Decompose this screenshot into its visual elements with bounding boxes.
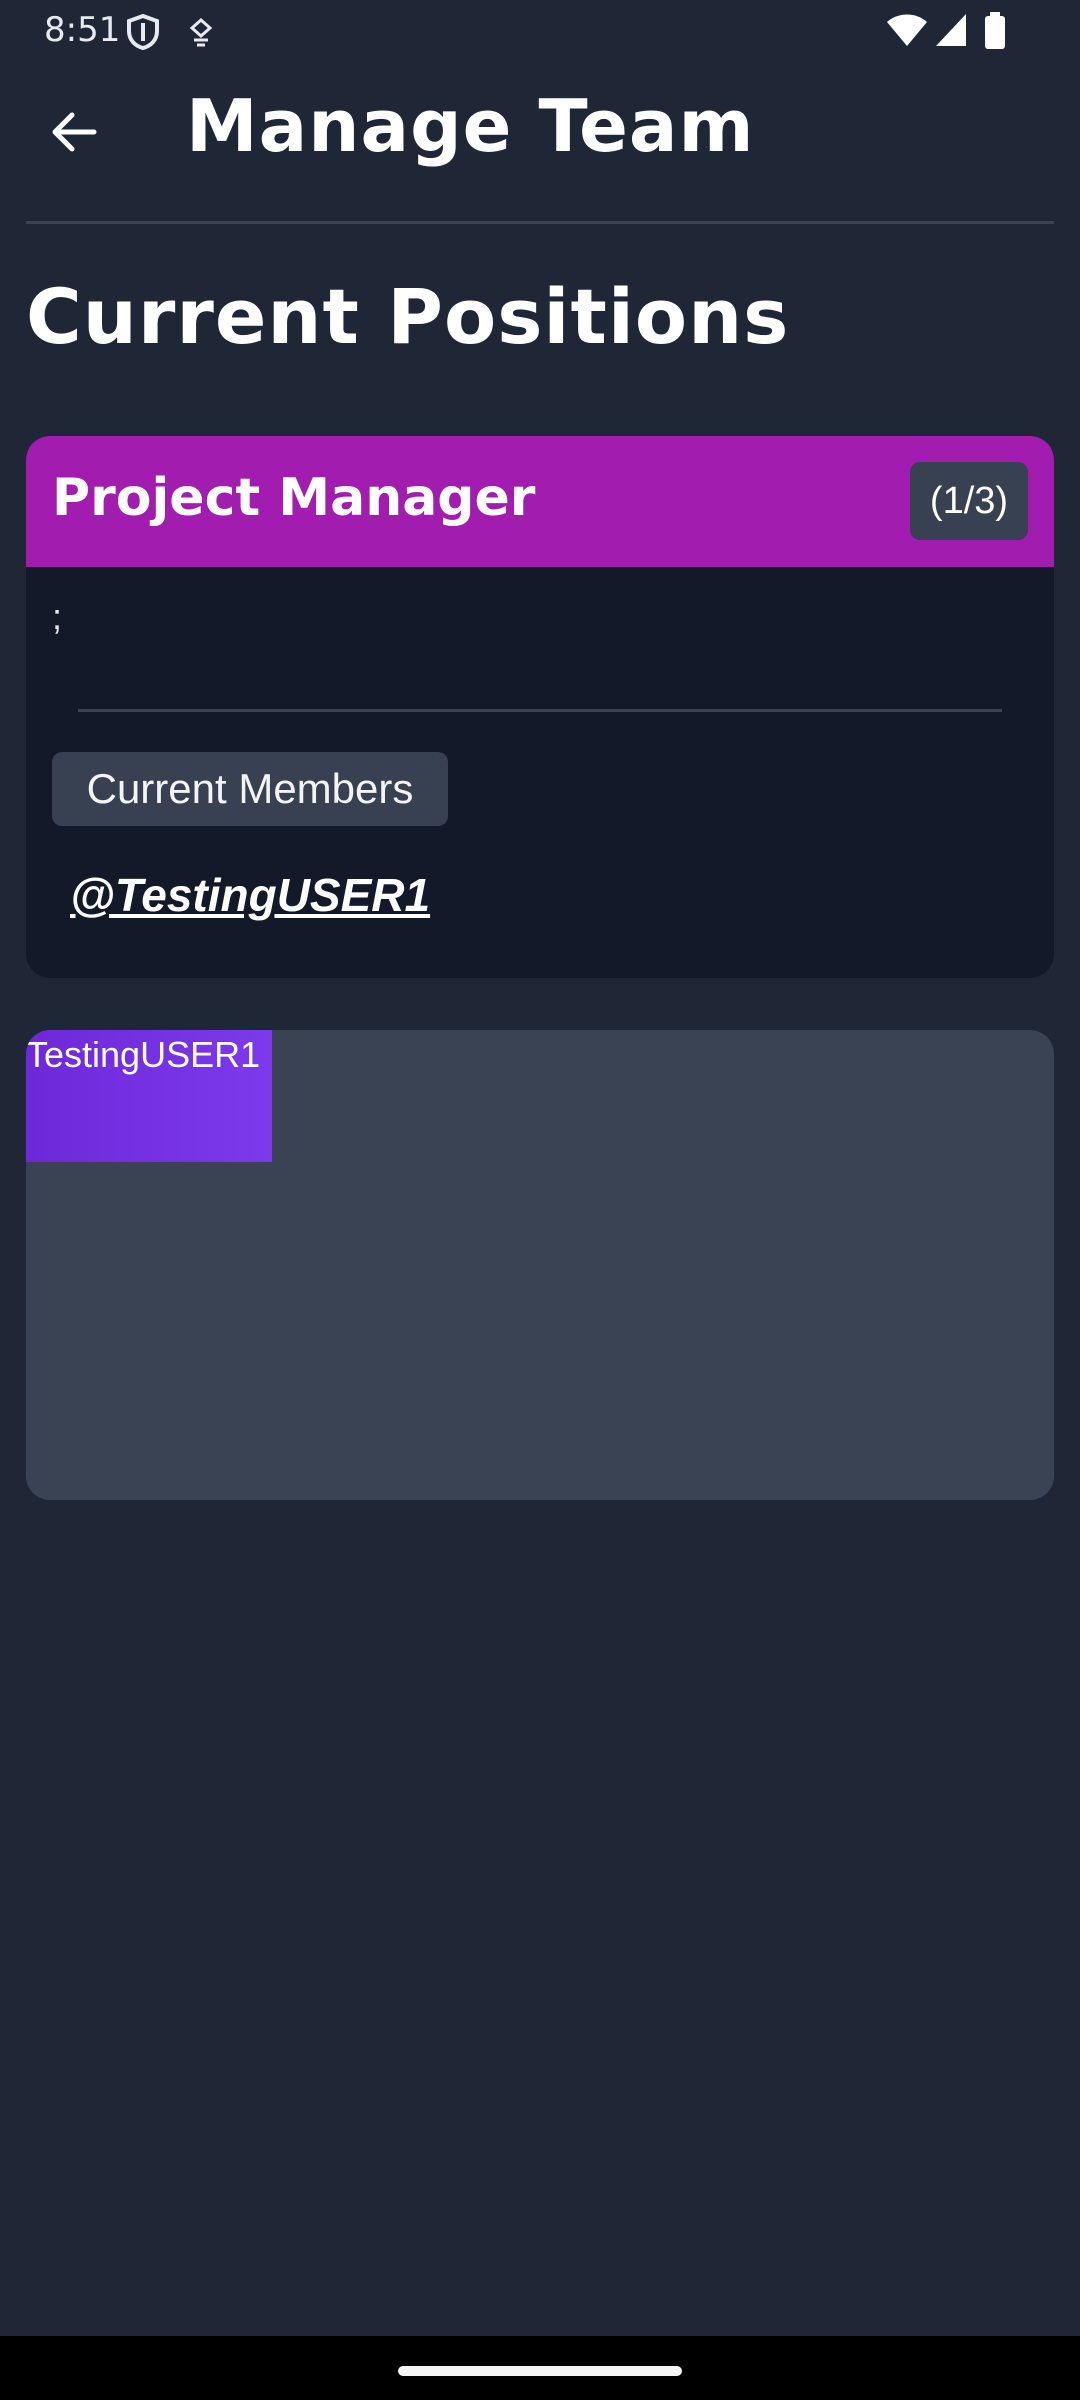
vpn-key-icon	[188, 17, 214, 53]
navigation-bar	[0, 2336, 1080, 2400]
header-divider	[26, 221, 1054, 224]
shield-icon	[126, 13, 160, 55]
position-title: Project Manager	[52, 468, 536, 528]
member-link[interactable]: @TestingUSER1	[70, 868, 430, 922]
status-time: 8:51	[44, 10, 121, 50]
member-drop-area[interactable]: TestingUSER1	[26, 1030, 1054, 1500]
back-button[interactable]	[40, 100, 108, 168]
arrow-left-icon	[50, 111, 98, 158]
page-title: Manage Team	[186, 84, 755, 168]
position-description: ;	[52, 596, 63, 637]
battery-icon	[984, 12, 1006, 55]
wifi-icon	[886, 12, 928, 53]
position-card: Project Manager (1/3) ; Current Members …	[26, 436, 1054, 978]
manage-team-screen: 8:51 Manage Team Current Positions Proje…	[0, 0, 1080, 2400]
member-chip-label: TestingUSER1	[26, 1034, 261, 1075]
member-chip[interactable]: TestingUSER1	[26, 1030, 272, 1162]
current-members-label: Current Members	[52, 752, 448, 826]
section-title: Current Positions	[26, 272, 790, 361]
position-divider	[78, 709, 1002, 712]
status-bar: 8:51	[0, 0, 1080, 64]
home-gesture-handle[interactable]	[398, 2366, 682, 2376]
signal-icon	[934, 12, 968, 53]
position-card-header[interactable]: Project Manager (1/3)	[26, 436, 1054, 567]
position-count-badge: (1/3)	[910, 462, 1028, 540]
